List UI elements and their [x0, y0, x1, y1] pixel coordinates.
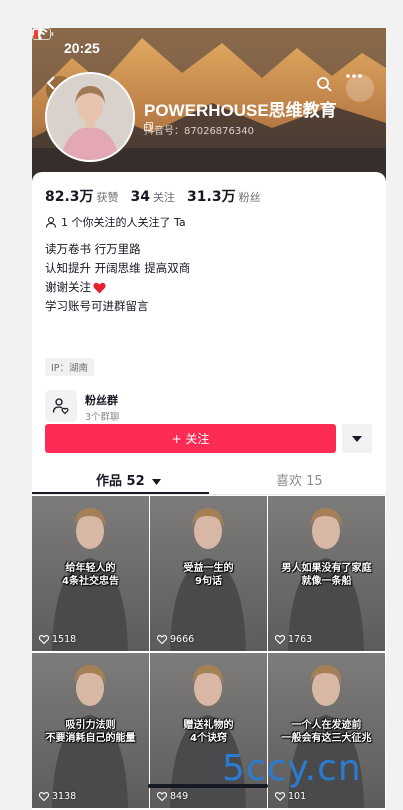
- battery-icon: [32, 28, 54, 40]
- stat-likes[interactable]: 82.3万 获赞: [45, 186, 119, 206]
- profile-stats: 82.3万 获赞 34 关注 31.3万 粉丝: [45, 186, 261, 206]
- douyin-id-text: 抖音号：87026876340: [144, 126, 254, 137]
- ip-location-tag: IP：湖南: [45, 358, 95, 376]
- video-likes-count: 1518: [52, 634, 77, 645]
- follow-button[interactable]: + 关注: [45, 424, 336, 453]
- copy-icon[interactable]: [144, 122, 153, 131]
- heart-outline-icon: [39, 635, 49, 644]
- video-caption: 赠送礼物的 4个诀窍: [183, 720, 234, 744]
- person-icon: [45, 216, 57, 228]
- stat-following-value: 34: [130, 189, 151, 205]
- video-caption: 吸引力法则 不要消耗自己的能量: [45, 720, 136, 744]
- bio-line: 读万卷书 行万里路: [45, 242, 141, 256]
- tab-works-label: 作品 52: [96, 474, 145, 489]
- heart-outline-icon: [275, 635, 285, 644]
- tab-divider: [32, 494, 386, 495]
- caret-down-icon: [352, 435, 362, 442]
- profile-bio: 读万卷书 行万里路 认知提升 开阔思维 提高双商 谢谢关注 学习账号可进群留言: [45, 240, 190, 316]
- caret-down-icon: [152, 478, 162, 485]
- video-caption: 一个人在发迹前 一般会有这三大征兆: [281, 720, 372, 744]
- video-likes: 849: [157, 791, 188, 802]
- more-dots-icon: [346, 74, 362, 78]
- fan-group-entry[interactable]: 粉丝群 3个群聊: [45, 388, 375, 424]
- bio-line: 学习账号可进群留言: [45, 299, 149, 313]
- video-caption: 给年轻人的 4条社交忠告: [62, 563, 119, 587]
- stat-followers[interactable]: 31.3万 粉丝: [187, 186, 261, 206]
- recommend-dropdown-button[interactable]: [342, 424, 372, 453]
- stat-likes-value: 82.3万: [45, 189, 94, 205]
- group-chat-icon: [52, 398, 69, 415]
- video-likes-count: 1763: [288, 634, 313, 645]
- heart-outline-icon: [275, 792, 285, 801]
- stat-following[interactable]: 34 关注: [131, 186, 175, 205]
- video-thumbnail[interactable]: 受益一生的 9句话 9666: [150, 496, 267, 651]
- heart-outline-icon: [39, 792, 49, 801]
- stat-likes-label: 获赞: [96, 191, 119, 204]
- search-icon: [317, 77, 332, 92]
- heart-outline-icon: [157, 635, 167, 644]
- stat-followers-label: 粉丝: [238, 191, 261, 204]
- fan-group-title: 粉丝群: [85, 394, 118, 407]
- profile-name: POWERHOUSE思维教育: [144, 101, 337, 120]
- red-heart-icon: [93, 282, 106, 293]
- tab-works[interactable]: 作品 52: [96, 470, 162, 489]
- status-bar: 20:25: [32, 28, 386, 72]
- avatar-photo: [47, 74, 133, 160]
- fan-group-icon-box: [45, 390, 77, 422]
- stat-followers-value: 31.3万: [187, 189, 236, 205]
- video-likes: 9666: [157, 634, 194, 645]
- video-likes: 101: [275, 791, 306, 802]
- video-likes: 3138: [39, 791, 76, 802]
- more-button[interactable]: [346, 74, 374, 102]
- status-time: 20:25: [64, 40, 100, 56]
- mutual-follow-text: 1 个你关注的人关注了 Ta: [61, 216, 186, 229]
- video-thumbnail[interactable]: 给年轻人的 4条社交忠告 1518: [32, 496, 149, 651]
- video-likes-count: 101: [288, 791, 307, 802]
- bio-line-text: 谢谢关注: [45, 280, 91, 294]
- video-caption: 男人如果没有了家庭 就像一条船: [281, 563, 372, 587]
- douyin-id[interactable]: 抖音号：87026876340: [144, 122, 254, 137]
- bio-line: 认知提升 开阔思维 提高双商: [45, 261, 191, 275]
- heart-outline-icon: [157, 792, 167, 801]
- profile-tabs: 作品 52 喜欢 15: [32, 460, 386, 495]
- fan-group-subtitle: 3个群聊: [85, 412, 120, 423]
- avatar[interactable]: [45, 72, 135, 162]
- bio-line-thanks: 谢谢关注: [45, 278, 190, 297]
- video-likes-count: 9666: [170, 634, 195, 645]
- video-thumbnail[interactable]: 男人如果没有了家庭 就像一条船 1763: [268, 496, 385, 651]
- profile-screen: 20:25 POWERHOUSE思维教育 抖音号：87026876340 82.…: [32, 28, 386, 810]
- profile-card: 82.3万 获赞 34 关注 31.3万 粉丝 1 个你关注的人关注了 Ta 读万卷书…: [32, 172, 386, 810]
- video-likes-count: 849: [170, 791, 189, 802]
- video-likes: 1763: [275, 634, 312, 645]
- site-watermark: 5ccy.cn: [222, 748, 362, 789]
- video-likes: 1518: [39, 634, 76, 645]
- mutual-follow-note[interactable]: 1 个你关注的人关注了 Ta: [45, 214, 186, 230]
- stat-following-label: 关注: [153, 191, 176, 204]
- tab-likes[interactable]: 喜欢 15: [276, 470, 323, 489]
- video-likes-count: 3138: [52, 791, 77, 802]
- video-caption: 受益一生的 9句话: [183, 563, 234, 587]
- video-thumbnail[interactable]: 吸引力法则 不要消耗自己的能量 3138: [32, 653, 149, 808]
